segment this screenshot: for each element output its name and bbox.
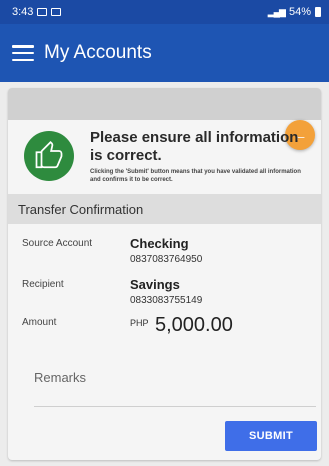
image-notification-icon xyxy=(37,8,48,16)
header-band xyxy=(8,88,321,120)
notice-box: Please ensure all information is correct… xyxy=(20,129,310,183)
remarks-underline xyxy=(34,406,316,407)
amount-label: Amount xyxy=(22,317,57,328)
notice-subtitle: Clicking the 'Submit' button means that … xyxy=(90,169,301,183)
thumbs-up-icon xyxy=(24,131,74,181)
remarks-field[interactable]: Remarks xyxy=(34,370,86,385)
menu-icon[interactable] xyxy=(12,45,34,61)
status-bar: 3:43 ▂▄▆ 54% xyxy=(0,0,329,24)
battery-percent: 54% xyxy=(288,6,311,18)
amount-currency: PHP xyxy=(130,318,149,328)
status-left: 3:43 xyxy=(12,6,62,18)
recipient-label: Recipient xyxy=(22,279,64,290)
section-header: Transfer Confirmation xyxy=(8,194,321,224)
mail-notification-icon xyxy=(51,8,62,16)
app-title: My Accounts xyxy=(44,42,152,63)
notice-title: Please ensure all information is correct… xyxy=(90,129,299,164)
source-account-number: 0837083764950 xyxy=(130,254,203,265)
status-time: 3:43 xyxy=(12,6,34,18)
status-right: ▂▄▆ 54% xyxy=(268,6,321,18)
recipient-number: 0833083755149 xyxy=(130,295,203,306)
content-card: ← Please ensure all information is corre… xyxy=(8,88,321,460)
amount-value: 5,000.00 xyxy=(155,314,233,336)
submit-button[interactable]: SUBMIT xyxy=(225,421,317,451)
signal-icon: ▂▄▆ xyxy=(267,6,286,17)
app-bar: My Accounts xyxy=(0,24,329,82)
source-account-name: Checking xyxy=(130,236,189,251)
battery-icon xyxy=(315,7,321,17)
recipient-name: Savings xyxy=(130,277,180,292)
source-account-label: Source Account xyxy=(22,238,93,249)
